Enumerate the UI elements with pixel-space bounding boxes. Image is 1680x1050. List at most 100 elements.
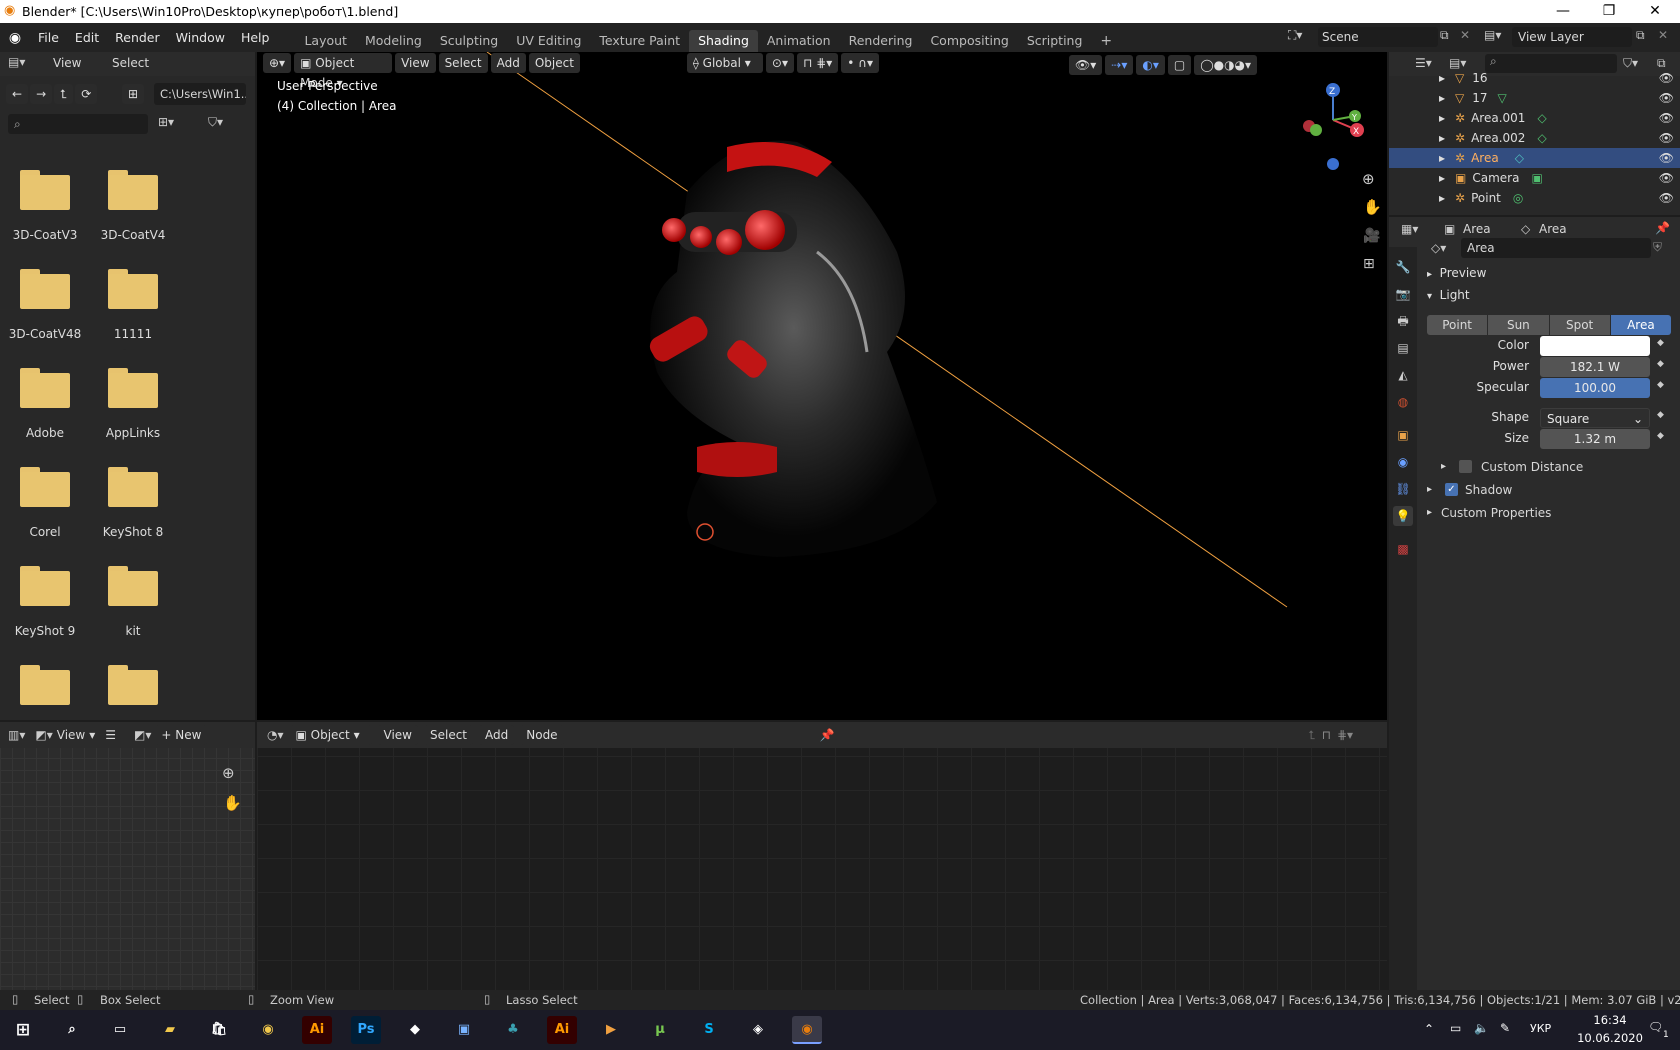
zoom-icon[interactable]: ⊕: [1362, 170, 1375, 188]
chrome-icon[interactable]: ◉: [253, 1016, 283, 1044]
expand-arrow-icon[interactable]: ▸: [1439, 91, 1445, 105]
editor-type-icon[interactable]: ▤▾: [8, 55, 25, 69]
pivot-point-icon[interactable]: ⊙▾: [765, 53, 794, 73]
keyframe-dot-icon[interactable]: ◆: [1657, 338, 1664, 348]
back-arrow-icon[interactable]: ←: [6, 84, 29, 104]
new-view-layer-icon[interactable]: ⧉: [1636, 28, 1645, 43]
keyframe-dot-icon[interactable]: ◆: [1657, 431, 1664, 441]
folder-item[interactable]: 3D-CoatV4: [89, 170, 177, 242]
keyframe-dot-icon[interactable]: ◆: [1657, 359, 1664, 369]
power-field[interactable]: 182.1 W: [1540, 357, 1650, 377]
app-window-icon[interactable]: ▣: [449, 1016, 479, 1044]
size-field[interactable]: 1.32 m: [1540, 429, 1650, 449]
eye-icon[interactable]: 👁: [1659, 71, 1674, 85]
folder-item[interactable]: 11111: [89, 269, 177, 341]
keyframe-dot-icon[interactable]: ◆: [1657, 410, 1664, 420]
menu-render[interactable]: Render: [107, 30, 168, 45]
expand-arrow-icon[interactable]: ▸: [1439, 111, 1445, 125]
remove-view-layer-icon[interactable]: ✕: [1658, 28, 1668, 42]
folder-item[interactable]: Adobe: [1, 368, 89, 440]
blender-taskbar-icon[interactable]: ◉: [792, 1016, 822, 1044]
shadow-checkbox[interactable]: ✓: [1445, 483, 1458, 496]
folder-item[interactable]: [89, 665, 177, 705]
skype-icon[interactable]: S: [694, 1016, 724, 1044]
modifiers-tab-icon[interactable]: ◉: [1393, 452, 1413, 472]
unity-icon[interactable]: ◈: [743, 1016, 773, 1044]
task-view-icon[interactable]: ▭: [105, 1016, 135, 1044]
eye-icon[interactable]: 👁: [1659, 171, 1674, 185]
light-type-sun[interactable]: Sun: [1488, 315, 1550, 335]
collapsed-arrow-icon[interactable]: ▸: [1441, 461, 1446, 472]
remove-scene-icon[interactable]: ✕: [1460, 28, 1470, 42]
shading-mode-icons[interactable]: ◯●◑◕▾: [1194, 55, 1258, 75]
tray-volume-icon[interactable]: 🔈: [1474, 1021, 1489, 1035]
add-workspace-icon[interactable]: +: [1091, 30, 1121, 52]
custom-distance-checkbox[interactable]: [1459, 460, 1472, 473]
panel-light-header[interactable]: ▾ Light: [1427, 288, 1470, 302]
tray-language[interactable]: УКР: [1530, 1022, 1551, 1035]
pan-hand-icon[interactable]: ✋: [223, 794, 242, 812]
parent-node-tree-icon[interactable]: ⮤: [1309, 728, 1316, 743]
maximize-button[interactable]: ❐: [1586, 0, 1632, 23]
viewport-menu-view[interactable]: View: [395, 53, 436, 73]
tray-date[interactable]: 10.06.2020: [1570, 1031, 1650, 1045]
node-menu-node[interactable]: Node: [520, 725, 564, 745]
panel-preview-header[interactable]: ▸ Preview: [1427, 266, 1486, 280]
scene-tab-icon[interactable]: ◭: [1393, 365, 1413, 385]
object-tab-icon[interactable]: ▣: [1393, 425, 1413, 445]
illustrator-icon[interactable]: Ai: [302, 1016, 332, 1044]
image-menu-view[interactable]: View: [57, 728, 85, 742]
folder-item[interactable]: [1, 665, 89, 705]
snap-icon[interactable]: ⊓: [1322, 728, 1331, 742]
search-icon[interactable]: ⌕: [57, 1016, 87, 1044]
specular-field[interactable]: 100.00: [1540, 378, 1650, 398]
color-swatch[interactable]: [1540, 336, 1650, 356]
editor-type-icon[interactable]: ◔▾: [267, 728, 284, 742]
tab-shading[interactable]: Shading: [689, 30, 758, 52]
output-tab-icon[interactable]: 🖶: [1393, 311, 1413, 331]
view-layer-icon[interactable]: ▤▾: [1484, 28, 1501, 42]
tab-texture-paint[interactable]: Texture Paint: [590, 30, 689, 52]
object-mode-dropdown[interactable]: ▣ Object Mode ▾: [294, 53, 393, 90]
viewport-menu-select[interactable]: Select: [438, 53, 488, 73]
image-mode-icon[interactable]: ◩▾: [35, 728, 52, 742]
expand-arrow-icon[interactable]: ▸: [1439, 191, 1445, 205]
tab-rendering[interactable]: Rendering: [840, 30, 922, 52]
camera-view-icon[interactable]: 🎥: [1363, 228, 1380, 244]
new-folder-icon[interactable]: ⊞: [122, 84, 145, 104]
light-datablock-icon[interactable]: ◇▾: [1431, 241, 1446, 255]
tab-animation[interactable]: Animation: [758, 30, 840, 52]
navigation-gizmo[interactable]: Z X Y: [1297, 80, 1369, 190]
viewport-menu-add[interactable]: Add: [490, 53, 526, 73]
tray-network-icon[interactable]: ▭: [1450, 1021, 1461, 1035]
scene-selector-icon[interactable]: ⛶▾: [1288, 28, 1302, 43]
tab-layout[interactable]: Layout: [295, 30, 356, 52]
overlays-toggle-icon[interactable]: ◐▾: [1136, 55, 1165, 75]
utorrent-icon[interactable]: µ: [645, 1016, 675, 1044]
light-type-spot[interactable]: Spot: [1549, 315, 1611, 335]
render-tab-icon[interactable]: 📷: [1393, 284, 1413, 304]
shape-dropdown[interactable]: Square ⌄: [1540, 408, 1650, 428]
editor-type-icon[interactable]: ▥▾: [8, 728, 25, 742]
notifications-icon[interactable]: 🗨: [1648, 1020, 1663, 1034]
xray-toggle-icon[interactable]: ▢: [1167, 55, 1192, 75]
outliner-row[interactable]: ▸ ✲ Area.002 ◇ 👁: [1389, 128, 1680, 148]
menu-file[interactable]: File: [30, 30, 67, 45]
editor-type-icon[interactable]: ⊕▾: [263, 53, 292, 73]
tray-pen-icon[interactable]: ✎: [1500, 1021, 1510, 1035]
outliner-row[interactable]: ▸ ▽ 16 👁: [1389, 68, 1680, 88]
menu-help[interactable]: Help: [233, 30, 278, 45]
tab-compositing[interactable]: Compositing: [921, 30, 1017, 52]
expand-arrow-icon[interactable]: ▸: [1439, 171, 1445, 185]
tray-chevron-icon[interactable]: ⌃: [1424, 1022, 1434, 1036]
node-menu-add[interactable]: Add: [479, 725, 515, 745]
windows-start-icon[interactable]: ⊞: [8, 1016, 38, 1044]
new-scene-icon[interactable]: ⧉: [1440, 28, 1449, 43]
shader-type-dropdown[interactable]: ▣ Object ▾: [289, 725, 372, 745]
editor-type-icon[interactable]: ▦▾: [1401, 222, 1418, 236]
world-tab-icon[interactable]: ◍: [1393, 392, 1413, 412]
outliner-row-selected[interactable]: ▸ ✲ Area ◇ 👁: [1389, 148, 1680, 168]
pin-icon[interactable]: 📌: [1655, 221, 1670, 235]
fake-user-shield-icon[interactable]: ⛨: [1653, 240, 1662, 255]
expand-arrow-icon[interactable]: ▸: [1439, 71, 1445, 85]
